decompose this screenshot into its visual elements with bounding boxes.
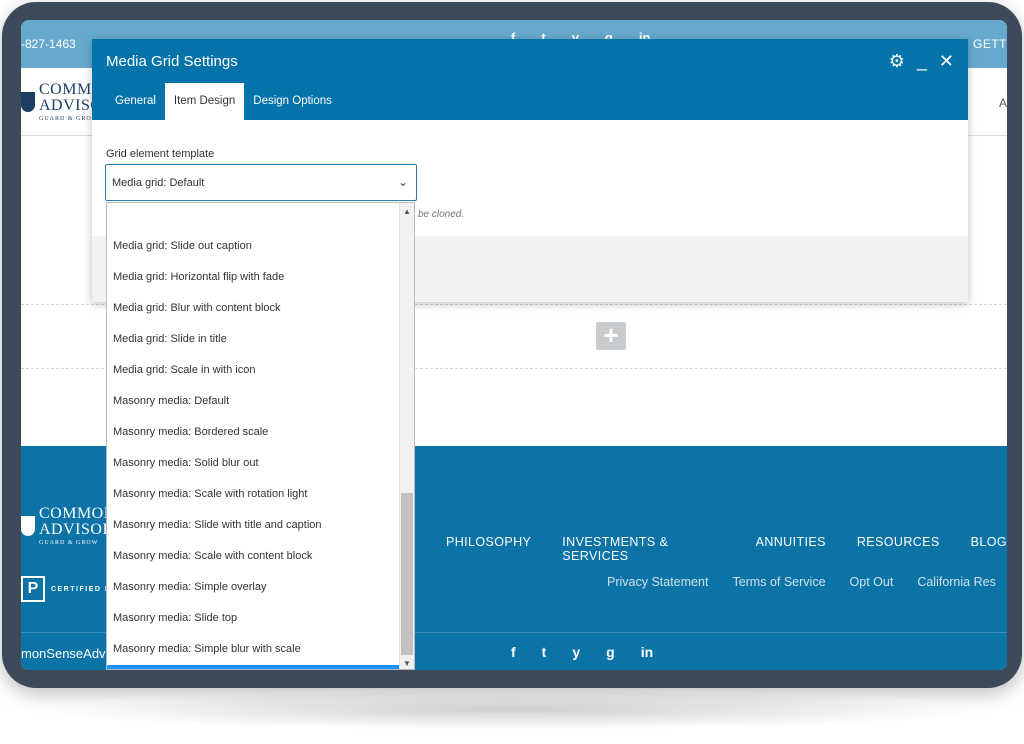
scroll-up-icon[interactable]: ▲ <box>403 207 411 216</box>
dropdown-option[interactable]: Masonry media: Slide top <box>107 603 400 634</box>
chevron-down-icon: ⌄ <box>397 175 408 189</box>
dropdown-option[interactable]: Masonry media: Default <box>107 386 400 417</box>
dropdown-option[interactable]: Masonry media: Solid blur out <box>107 448 400 479</box>
footer-nav: PHILOSOPHY INVESTMENTS & SERVICES ANNUIT… <box>446 535 1007 563</box>
dropdown-option[interactable]: Masonry media: Bordered scale <box>107 417 400 448</box>
tablet-frame: -827-1463 f t y g in GETT COMMO ADVISO G… <box>2 2 1022 688</box>
footer-nav-annuities[interactable]: ANNUITIES <box>756 535 826 563</box>
footer-nav-philosophy[interactable]: PHILOSOPHY <box>446 535 531 563</box>
dropdown-scrollbar[interactable]: ▲ ▼ <box>399 203 414 669</box>
terms-link[interactable]: Terms of Service <box>732 575 825 589</box>
dropdown-option[interactable]: Media grid: Horizontal flip with fade <box>107 262 400 293</box>
cfp-text: CERTIFIED F <box>51 585 111 593</box>
footer-nav-investments[interactable]: INVESTMENTS & SERVICES <box>562 535 724 563</box>
gear-icon[interactable]: ⚙ <box>889 51 905 71</box>
dropdown-option[interactable]: CSA GRID <box>107 665 400 669</box>
grid-template-label: Grid element template <box>106 148 215 160</box>
dropdown-option[interactable]: Masonry media: Slide with title and capt… <box>107 510 400 541</box>
california-link[interactable]: California Res <box>917 575 996 589</box>
phone-number[interactable]: -827-1463 <box>21 37 76 51</box>
dropdown-option[interactable]: Masonry media: Simple overlay <box>107 572 400 603</box>
footer-nav-blog[interactable]: BLOG <box>971 535 1007 563</box>
footer-logo[interactable]: COMMON ADVISOR GUARD & GROW <box>21 506 116 546</box>
close-icon[interactable]: ✕ <box>939 51 954 71</box>
dropdown-option[interactable]: Masonry media: Scale with rotation light <box>107 479 400 510</box>
shield-icon <box>21 92 35 112</box>
add-element-button[interactable]: + <box>596 322 626 350</box>
footer-site-name: monSenseAdvis <box>21 646 115 661</box>
dropdown-option[interactable]: Media grid: Blur with content block <box>107 293 400 324</box>
dialog-header: Media Grid Settings ⚙ _ ✕ General Item D… <box>92 39 968 120</box>
dropdown-option[interactable]: Masonry media: Scale with content block <box>107 541 400 572</box>
linkedin-icon[interactable]: in <box>641 644 653 660</box>
dropdown-option[interactable]: Media grid: Scale in with icon <box>107 355 400 386</box>
footer-legal-links: Privacy Statement Terms of Service Opt O… <box>607 575 996 589</box>
select-value: Media grid: Default <box>112 177 205 189</box>
footer-nav-resources[interactable]: RESOURCES <box>857 535 940 563</box>
tab-general[interactable]: General <box>106 83 165 120</box>
scrollbar-thumb[interactable] <box>401 493 413 655</box>
template-dropdown-list[interactable]: Media grid: Slide out caption Media grid:… <box>106 202 415 670</box>
footer-logo-line-2: ADVISOR <box>39 521 114 538</box>
twitter-icon[interactable]: t <box>542 644 547 660</box>
cfp-badge: P CERTIFIED F <box>21 576 111 602</box>
tab-item-design[interactable]: Item Design <box>164 83 245 120</box>
google-icon[interactable]: g <box>606 644 615 660</box>
footer-logo-line-1: COMMON <box>39 505 116 522</box>
dialog-title: Media Grid Settings <box>106 53 238 70</box>
help-text: be cloned. <box>418 209 465 220</box>
dialog-tabs: General Item Design Design Options <box>106 83 341 120</box>
device-shadow <box>40 690 984 730</box>
header-nav-item[interactable]: A <box>999 96 1007 110</box>
scroll-down-icon[interactable]: ▼ <box>403 659 411 668</box>
shield-icon <box>21 516 35 536</box>
cfp-mark: P <box>21 576 45 602</box>
footer-logo-tagline: GUARD & GROW <box>39 540 99 546</box>
dropdown-option[interactable]: Masonry media: Simple blur with scale <box>107 634 400 665</box>
screen: -827-1463 f t y g in GETT COMMO ADVISO G… <box>21 20 1007 670</box>
privacy-link[interactable]: Privacy Statement <box>607 575 708 589</box>
tab-design-options[interactable]: Design Options <box>244 83 341 120</box>
dialog-controls: ⚙ _ ✕ <box>889 51 954 71</box>
grid-template-select[interactable]: Media grid: Default ⌄ <box>105 164 417 201</box>
facebook-icon[interactable]: f <box>511 644 516 660</box>
dropdown-option[interactable]: Media grid: Slide in title <box>107 324 400 355</box>
get-started-link[interactable]: GETT <box>973 37 1007 51</box>
dropdown-option[interactable]: Media grid: Slide out caption <box>107 231 400 262</box>
opt-out-link[interactable]: Opt Out <box>850 575 894 589</box>
minimize-icon[interactable]: _ <box>917 51 927 71</box>
footer-social: f t y g in <box>511 644 653 660</box>
youtube-icon[interactable]: y <box>572 644 580 660</box>
